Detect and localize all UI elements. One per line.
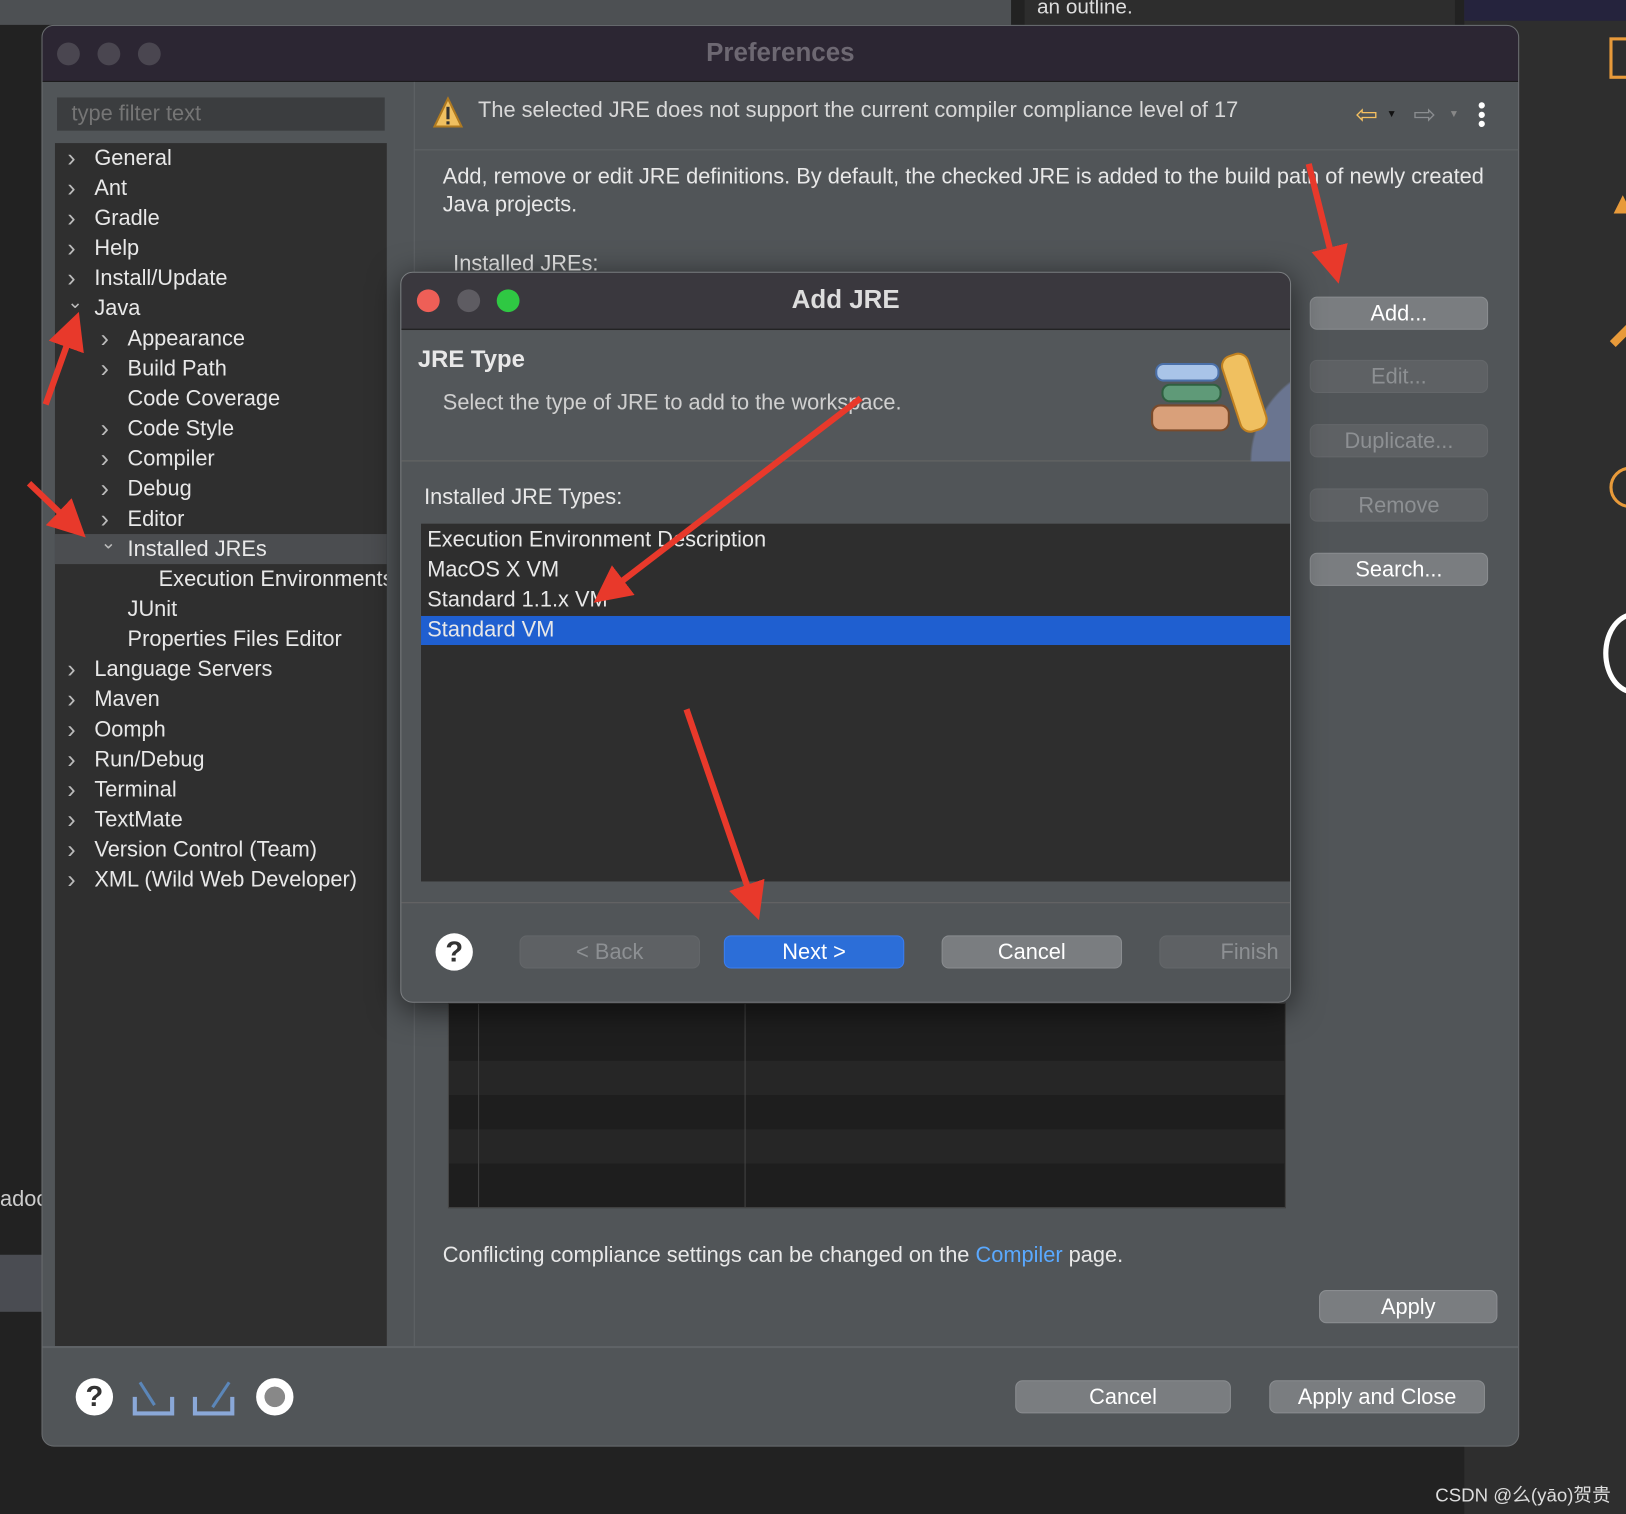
arrow-to-add — [1305, 163, 1348, 284]
arrow-to-standard-vm — [593, 395, 863, 603]
watermark: CSDN @么(yāo)贺贵 — [1435, 1484, 1611, 1506]
annotation-arrows — [26, 163, 1348, 921]
arrow-to-java — [42, 311, 84, 406]
arrow-to-installed-jres — [26, 480, 86, 538]
arrow-to-next — [683, 708, 765, 921]
screen: an outline. ▲ adoc Preferences ›General›… — [0, 0, 1626, 1514]
